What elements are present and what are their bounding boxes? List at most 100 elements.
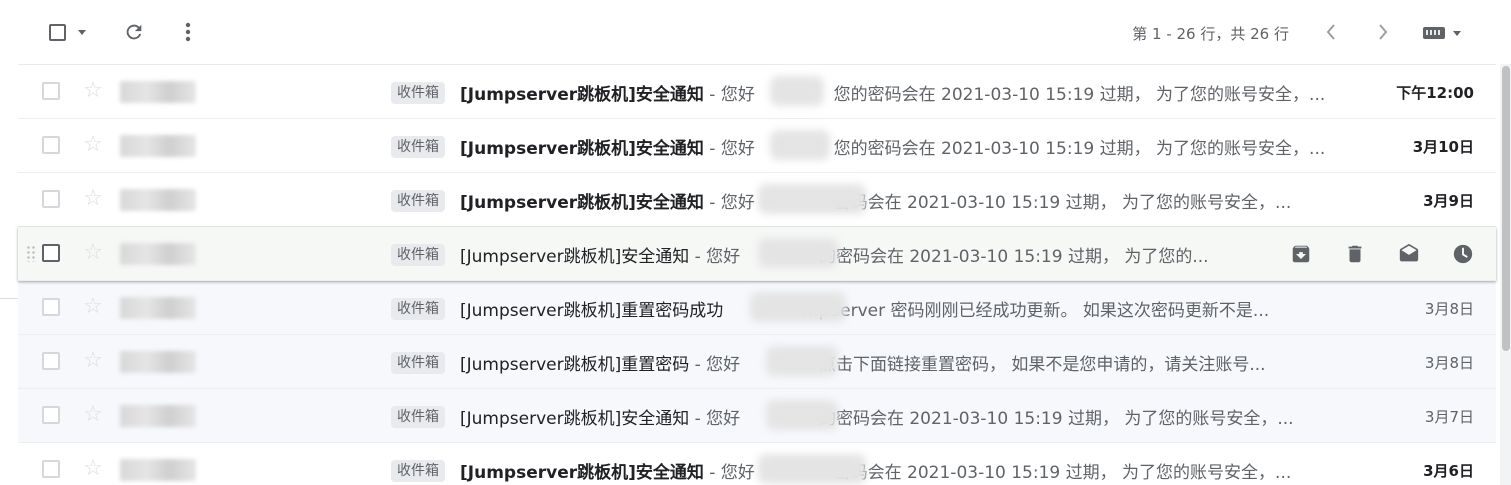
row-checkbox[interactable] [42,244,60,262]
email-subject: [Jumpserver跳板机]重置密码 [460,355,690,375]
email-date: 3月7日 [1424,408,1474,426]
inbox-label[interactable]: 收件箱 [391,352,445,374]
star-icon[interactable]: ☆ [80,402,106,428]
sender-redacted [120,189,196,211]
row-checkbox[interactable] [42,82,60,100]
star-icon[interactable]: ☆ [80,456,106,482]
select-all-dropdown[interactable] [40,20,94,44]
redacted-text [766,346,838,376]
star-icon[interactable]: ☆ [80,78,106,104]
inbox-label[interactable]: 收件箱 [391,298,445,320]
inbox-label[interactable]: 收件箱 [391,82,445,104]
star-icon[interactable]: ☆ [80,132,106,158]
row-checkbox[interactable] [42,136,60,154]
chevron-down-icon[interactable] [77,29,86,35]
inbox-label[interactable]: 收件箱 [391,136,445,158]
email-date: 3月8日 [1424,300,1474,318]
mark-as-read-button[interactable] [1394,239,1424,269]
pagination-text: 第 1 - 26 行，共 26 行 [1132,25,1289,43]
email-row[interactable]: ☆ 收件箱 [Jumpserver跳板机]安全通知 - 您好 的密码会在 202… [18,227,1496,281]
snooze-button[interactable] [1448,239,1478,269]
email-row[interactable]: ☆ 收件箱 [Jumpserver跳板机]安全通知 - 您好 您的密码会在 20… [18,119,1496,173]
redacted-text [750,292,846,322]
redacted-text [758,184,866,214]
redacted-text [770,130,830,160]
email-content[interactable]: [Jumpserver跳板机]安全通知 - 您好 密码会在 2021-03-10… [460,188,1342,213]
sender-redacted [120,351,196,373]
list-toolbar: 第 1 - 26 行，共 26 行 [0,0,1511,64]
email-subject: [Jumpserver跳板机]重置密码成功 [460,301,724,321]
email-date: 3月8日 [1424,354,1474,372]
divider [0,298,18,299]
email-date: 下午12:00 [1396,84,1474,102]
more-options-button[interactable] [176,18,200,46]
star-icon[interactable]: ☆ [80,240,106,266]
row-checkbox[interactable] [42,190,60,208]
email-date: 3月9日 [1423,192,1474,210]
input-tools-button[interactable] [1416,22,1468,44]
sender-redacted [120,405,196,427]
inbox-label[interactable]: 收件箱 [391,460,445,482]
email-row[interactable]: ☆ 收件箱 [Jumpserver跳板机]重置密码成功 mpServer 密码刚… [18,281,1496,335]
email-subject: [Jumpserver跳板机]安全通知 [460,85,704,105]
email-content[interactable]: [Jumpserver跳板机]安全通知 - 您好 您的密码会在 2021-03-… [460,80,1342,105]
email-content[interactable]: [Jumpserver跳板机]安全通知 - 您好 的密码会在 2021-03-1… [460,404,1342,429]
email-row[interactable]: ☆ 收件箱 [Jumpserver跳板机]安全通知 - 您好 您的密码会在 20… [18,65,1496,119]
snooze-icon [1453,244,1473,264]
redacted-text [758,238,838,268]
row-hover-actions [1262,239,1478,269]
chevron-right-icon [1379,24,1388,40]
inbox-label[interactable]: 收件箱 [391,190,445,212]
chevron-left-icon [1326,24,1335,40]
archive-button[interactable] [1286,239,1316,269]
email-content[interactable]: [Jumpserver跳板机]安全通知 - 您好 的密码会在 2021-03-1… [460,242,1246,267]
inbox-label[interactable]: 收件箱 [391,406,445,428]
checkbox-icon[interactable] [48,23,66,41]
sender-redacted [120,243,196,265]
email-subject: [Jumpserver跳板机]安全通知 [460,409,690,429]
newer-page-button[interactable] [1318,19,1344,45]
email-content[interactable]: [Jumpserver跳板机]安全通知 - 您好 密码会在 2021-03-10… [460,458,1342,483]
sender-redacted [120,297,196,319]
email-list: ☆ 收件箱 [Jumpserver跳板机]安全通知 - 您好 您的密码会在 20… [18,64,1496,485]
archive-icon [1292,245,1310,263]
star-icon[interactable]: ☆ [80,348,106,374]
email-subject: [Jumpserver跳板机]安全通知 [460,193,704,213]
refresh-icon [126,24,142,40]
gmail-inbox: 第 1 - 26 行，共 26 行 ☆ 收件箱 [Jumpserver跳板机]安… [0,0,1511,485]
delete-button[interactable] [1340,239,1370,269]
delete-icon [1348,245,1362,263]
row-checkbox[interactable] [42,406,60,424]
email-date: 3月6日 [1423,462,1474,480]
email-content[interactable]: [Jumpserver跳板机]安全通知 - 您好 您的密码会在 2021-03-… [460,134,1342,159]
email-date: 3月10日 [1412,138,1474,156]
sender-redacted [120,135,196,157]
chevron-down-icon [1453,30,1461,36]
email-subject: [Jumpserver跳板机]安全通知 [460,247,690,267]
email-subject: [Jumpserver跳板机]安全通知 [460,463,704,483]
mark-as-read-icon [1399,243,1419,262]
email-row[interactable]: ☆ 收件箱 [Jumpserver跳板机]安全通知 - 您好 的密码会在 202… [18,389,1496,443]
redacted-text [766,400,838,430]
keyboard-icon [1423,27,1445,39]
row-checkbox[interactable] [42,460,60,478]
more-vert-icon [185,22,191,42]
sender-redacted [120,459,196,481]
drag-handle-icon[interactable] [26,245,36,262]
email-content[interactable]: [Jumpserver跳板机]重置密码 - 您好 点击下面链接重置密码， 如果不… [460,350,1342,375]
email-row[interactable]: ☆ 收件箱 [Jumpserver跳板机]安全通知 - 您好 密码会在 2021… [18,173,1496,227]
redacted-text [770,76,824,106]
older-page-button[interactable] [1370,19,1396,45]
star-icon[interactable]: ☆ [80,294,106,320]
email-row[interactable]: ☆ 收件箱 [Jumpserver跳板机]重置密码 - 您好 点击下面链接重置密… [18,335,1496,389]
email-content[interactable]: [Jumpserver跳板机]重置密码成功 mpServer 密码刚刚已经成功更… [460,296,1342,321]
star-icon[interactable]: ☆ [80,186,106,212]
sender-redacted [120,81,196,103]
refresh-button[interactable] [120,18,148,46]
redacted-text [758,454,866,484]
email-row[interactable]: ☆ 收件箱 [Jumpserver跳板机]安全通知 - 您好 密码会在 2021… [18,443,1496,485]
scrollbar-thumb[interactable] [1502,66,1510,351]
row-checkbox[interactable] [42,352,60,370]
inbox-label[interactable]: 收件箱 [391,244,445,266]
row-checkbox[interactable] [42,298,60,316]
